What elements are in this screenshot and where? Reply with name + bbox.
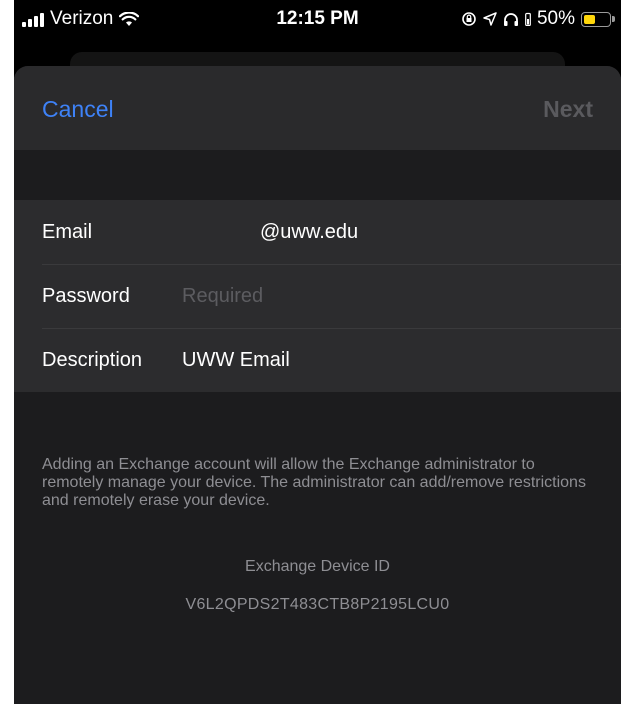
- email-label: Email: [42, 220, 93, 243]
- password-label: Password: [42, 284, 130, 307]
- navigation-bar: Cancel Next: [14, 66, 621, 150]
- section-spacer: [14, 150, 621, 200]
- device-id-title: Exchange Device ID: [245, 558, 390, 575]
- description-row[interactable]: Description UWW Email: [14, 328, 621, 392]
- email-field[interactable]: @uww.edu: [260, 221, 358, 244]
- orientation-lock-icon: [462, 12, 476, 26]
- battery-fill: [584, 14, 595, 24]
- description-field[interactable]: UWW Email: [182, 349, 290, 372]
- status-bar: Verizon 12:15 PM 50%: [14, 0, 621, 40]
- description-label: Description: [42, 348, 143, 371]
- battery-icon: [581, 11, 615, 27]
- email-row[interactable]: Email @uww.edu: [14, 200, 621, 264]
- headphone-battery-icon: [525, 12, 531, 26]
- device-id-value: V6L2QPDS2T483CTB8P2195LCU0: [185, 596, 450, 613]
- password-row[interactable]: Password Required: [14, 264, 621, 328]
- location-icon: [483, 12, 497, 26]
- headphones-icon: [503, 12, 518, 26]
- cancel-button[interactable]: Cancel: [42, 96, 114, 123]
- exchange-account-sheet: Cancel Next Email @uww.edu Password Requ…: [14, 66, 621, 704]
- exchange-notice: Adding an Exchange account will allow th…: [42, 456, 586, 509]
- battery-percent: 50%: [536, 8, 575, 29]
- next-button[interactable]: Next: [543, 96, 593, 123]
- password-field[interactable]: Required: [182, 285, 263, 308]
- status-right: 50%: [461, 8, 615, 30]
- phone-screen: Verizon 12:15 PM 50% Cancel Next Email @…: [14, 0, 621, 704]
- account-form: Email @uww.edu Password Required Descrip…: [14, 200, 621, 392]
